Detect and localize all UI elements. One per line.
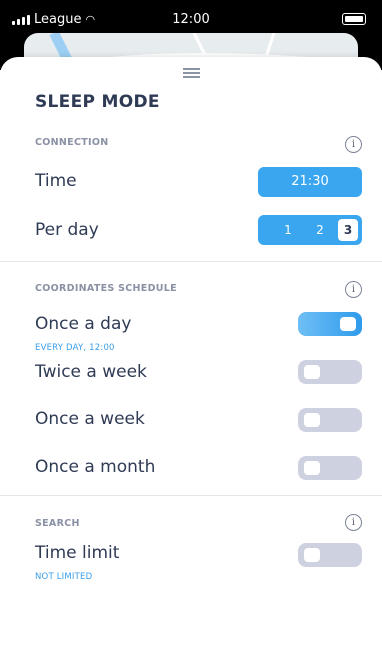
once-a-day-sub: EVERY DAY, 12:00 (35, 343, 115, 353)
per-day-label: Per day (35, 220, 99, 240)
per-day-selector[interactable]: 1 2 3 (258, 215, 362, 245)
time-label: Time (35, 171, 77, 191)
toggle-knob (340, 317, 356, 331)
sheet-title: SLEEP MODE (35, 92, 160, 112)
battery-icon (342, 13, 366, 25)
time-limit-label: Time limit (35, 543, 120, 563)
status-time: 12:00 (172, 12, 210, 27)
once-a-week-label: Once a week (35, 409, 145, 429)
search-info-icon[interactable]: i (345, 514, 362, 531)
twice-a-week-toggle[interactable] (298, 360, 362, 384)
coordinates-info-icon[interactable]: i (345, 281, 362, 298)
once-a-day-label: Once a day (35, 314, 132, 334)
per-day-option-1[interactable]: 1 (272, 219, 304, 241)
toggle-knob (304, 413, 320, 427)
time-value-button[interactable]: 21:30 (258, 167, 362, 197)
once-a-day-toggle[interactable] (298, 312, 362, 336)
toggle-knob (304, 548, 320, 562)
once-a-month-toggle[interactable] (298, 456, 362, 480)
toggle-knob (304, 461, 320, 475)
once-a-week-toggle[interactable] (298, 408, 362, 432)
connection-info-icon[interactable]: i (345, 136, 362, 153)
twice-a-week-label: Twice a week (35, 362, 147, 382)
sleep-mode-sheet: SLEEP MODE CONNECTION i Time 21:30 Per d… (0, 57, 382, 669)
drag-handle-icon[interactable] (183, 68, 200, 78)
time-limit-sub: NOT LIMITED (35, 572, 93, 582)
divider (0, 495, 382, 496)
search-header: SEARCH (35, 518, 80, 529)
per-day-option-3[interactable]: 3 (338, 219, 358, 241)
divider (0, 261, 382, 262)
per-day-option-2[interactable]: 2 (304, 219, 336, 241)
connection-header: CONNECTION (35, 137, 109, 148)
once-a-month-label: Once a month (35, 457, 156, 477)
time-limit-toggle[interactable] (298, 543, 362, 567)
coordinates-header: COORDINATES SCHEDULE (35, 283, 177, 294)
toggle-knob (304, 365, 320, 379)
